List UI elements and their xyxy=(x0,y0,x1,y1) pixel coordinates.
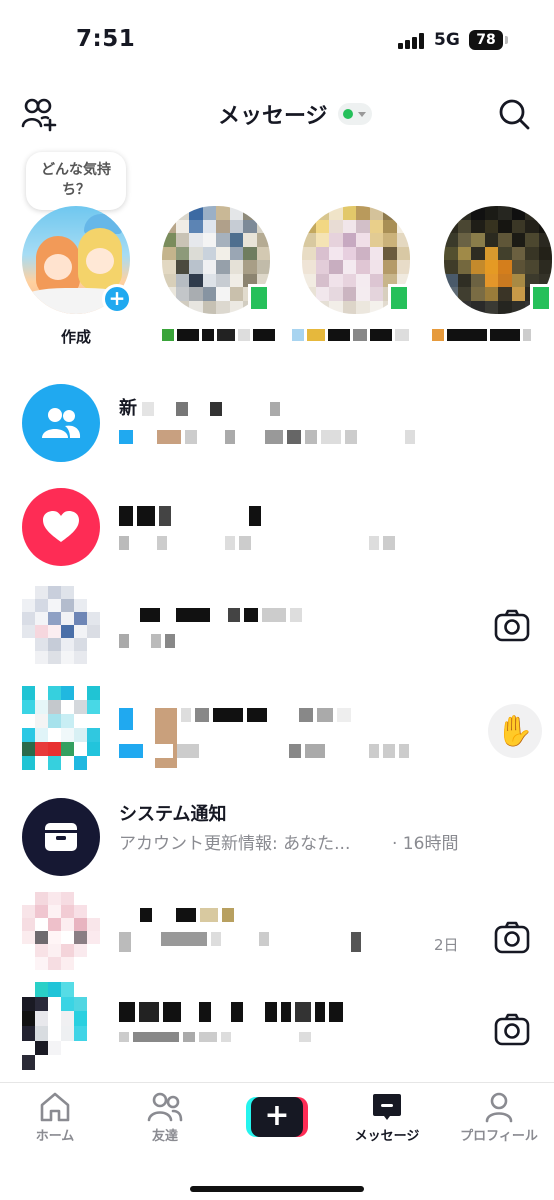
battery-level: 78 xyxy=(476,32,496,48)
chat-row-dm[interactable]: ✋ xyxy=(0,680,554,784)
chat-row-dm[interactable] xyxy=(0,982,554,1086)
redacted-text xyxy=(119,708,351,768)
camera-button[interactable] xyxy=(492,1010,532,1050)
chat-timestamp: · 16時間 xyxy=(392,834,459,854)
friend-story-3[interactable] xyxy=(444,206,552,314)
story-name-redacted-3 xyxy=(432,324,531,346)
cellular-signal-icon xyxy=(398,33,426,49)
stories-row: どんな気持ち？ + 作成 xyxy=(0,148,554,358)
chat-title: 新 xyxy=(119,398,137,419)
dm-avatar-mosaic xyxy=(22,586,100,664)
battery-icon: 78 xyxy=(469,30,503,50)
avatar-figure-right xyxy=(78,228,122,290)
nav-friends-label: 友達 xyxy=(151,1129,178,1144)
status-bar: 7:51 5G 78 xyxy=(0,0,554,80)
redacted-preview xyxy=(119,536,395,550)
camera-button[interactable] xyxy=(492,918,532,958)
create-story-label: 作成 xyxy=(60,328,91,346)
profile-icon xyxy=(485,1092,513,1123)
chat-preview: アカウント更新情報: あなた... xyxy=(119,834,351,854)
avatar-figure-left xyxy=(36,236,80,296)
chat-row-dm[interactable]: 2日 xyxy=(0,888,554,992)
redacted-preview xyxy=(119,634,175,648)
add-friend-icon xyxy=(21,98,57,132)
likes-avatar xyxy=(22,488,100,566)
nav-profile-label: プロフィール xyxy=(460,1129,538,1144)
redacted-text xyxy=(142,402,280,416)
search-button[interactable] xyxy=(496,96,532,132)
chat-row-system-notification[interactable]: システム通知 アカウント更新情報: あなた... · 16時間 xyxy=(0,784,554,888)
nav-friends[interactable]: 友達 xyxy=(110,1091,220,1144)
camera-icon xyxy=(494,1013,530,1046)
system-avatar xyxy=(22,798,100,876)
redacted-preview xyxy=(119,744,409,758)
messages-header: メッセージ xyxy=(0,88,554,140)
chat-timestamp: 2日 xyxy=(434,936,459,954)
nav-home-label: ホーム xyxy=(35,1129,75,1144)
search-icon xyxy=(499,99,530,130)
online-indicator xyxy=(248,284,270,312)
camera-icon xyxy=(494,609,530,642)
nav-home[interactable]: ホーム xyxy=(0,1091,110,1144)
friend-story-1[interactable] xyxy=(162,206,270,314)
online-indicator xyxy=(530,284,552,312)
dm-avatar-mosaic xyxy=(22,892,100,970)
redacted-text xyxy=(140,608,302,622)
home-indicator xyxy=(190,1186,364,1192)
nav-messages[interactable]: メッセージ xyxy=(332,1091,442,1144)
redacted-preview xyxy=(119,1032,311,1042)
camera-icon xyxy=(494,921,530,954)
mood-prompt-bubble[interactable]: どんな気持ち？ xyxy=(26,152,126,210)
friends-icon xyxy=(147,1092,183,1122)
header-title-group[interactable]: メッセージ xyxy=(218,97,372,131)
home-icon xyxy=(40,1092,70,1122)
camera-button[interactable] xyxy=(492,606,532,646)
redacted-preview xyxy=(119,430,415,444)
page-title: メッセージ xyxy=(218,104,328,129)
bottom-navigation: ホーム 友達 + メッセージ プロフィール xyxy=(0,1082,554,1200)
heart-icon xyxy=(43,511,79,542)
chat-title: システム通知 xyxy=(119,804,227,825)
dm-avatar-mosaic xyxy=(22,686,100,770)
status-time: 7:51 xyxy=(76,26,136,52)
nav-profile[interactable]: プロフィール xyxy=(444,1091,554,1144)
redacted-preview xyxy=(119,932,397,952)
chat-row-group[interactable]: 新 xyxy=(0,368,554,472)
redacted-text xyxy=(119,506,261,526)
chat-row-dm[interactable] xyxy=(0,576,554,680)
plus-icon: + xyxy=(251,1097,303,1137)
dm-avatar-mosaic xyxy=(22,982,100,1070)
create-post-button[interactable]: + xyxy=(246,1097,308,1137)
friend-story-2[interactable] xyxy=(302,206,410,314)
group-avatar xyxy=(22,384,100,462)
online-status-dot xyxy=(342,109,353,119)
inbox-icon xyxy=(45,823,77,851)
network-type: 5G xyxy=(434,30,460,50)
wave-hand-icon: ✋ xyxy=(496,713,534,749)
battery-nub xyxy=(505,36,508,44)
online-indicator xyxy=(388,284,410,312)
redacted-text xyxy=(140,908,234,922)
story-name-redacted-1 xyxy=(162,324,275,346)
add-story-plus-icon[interactable]: + xyxy=(102,284,132,314)
story-name-redacted-2 xyxy=(292,324,409,346)
chat-row-likes[interactable] xyxy=(0,472,554,576)
messages-icon xyxy=(373,1094,401,1120)
mood-prompt-text: どんな気持ち？ xyxy=(41,162,111,198)
group-people-icon xyxy=(42,408,81,438)
online-status-toggle[interactable] xyxy=(337,103,372,125)
nav-messages-label: メッセージ xyxy=(354,1129,420,1144)
wave-button[interactable]: ✋ xyxy=(488,704,542,758)
chevron-down-icon xyxy=(357,112,366,117)
redacted-text xyxy=(119,1002,343,1022)
add-friend-button[interactable] xyxy=(20,96,60,132)
